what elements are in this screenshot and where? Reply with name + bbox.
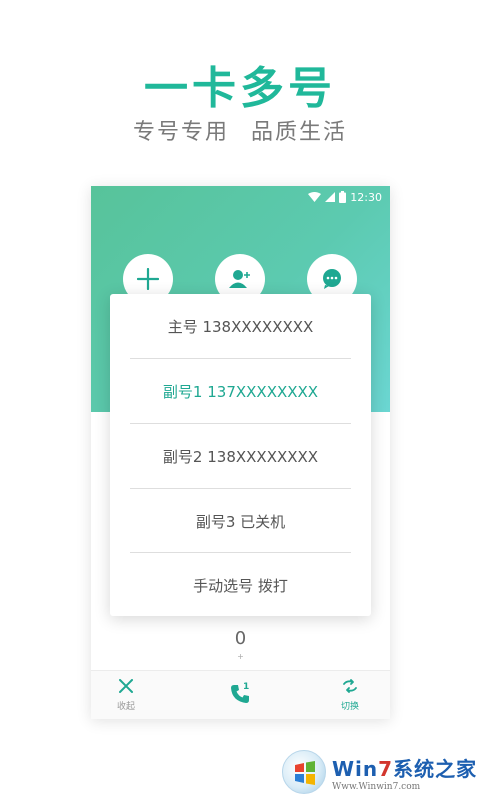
windows-logo-icon — [282, 750, 326, 794]
watermark-logo: Win7系统之家 Www.Winwin7.com — [282, 748, 478, 796]
collapse-label: 收起 — [117, 702, 136, 712]
plus-icon — [137, 268, 159, 290]
add-contact-icon — [228, 268, 252, 290]
battery-icon — [339, 191, 347, 203]
sim-item-main[interactable]: 主号 138XXXXXXXX — [110, 294, 371, 358]
call-button[interactable]: 1 — [229, 682, 251, 709]
signal-icon — [325, 192, 336, 202]
watermark-text: Win7系统之家 Www.Winwin7.com — [332, 753, 477, 792]
close-icon — [119, 678, 133, 697]
switch-label: 切换 — [341, 702, 360, 712]
promo-subtitle: 专号专用 品质生活 — [0, 114, 480, 146]
wifi-icon — [308, 192, 322, 202]
sim-item-sub2[interactable]: 副号2 138XXXXXXXX — [110, 424, 371, 488]
promo-subtitle-left: 专号专用 — [132, 120, 229, 145]
collapse-button[interactable]: 收起 — [117, 678, 135, 712]
message-icon — [321, 268, 343, 290]
dialer-bottom-bar: 收起 1 切换 — [91, 670, 390, 719]
sim-item-manual[interactable]: 手动选号 拨打 — [110, 553, 371, 617]
dialed-number: 0 — [234, 628, 247, 649]
watermark-title-b: 7 — [378, 756, 394, 781]
status-bar: 12:30 — [308, 189, 382, 205]
watermark-title-c: 系统之家 — [393, 756, 478, 781]
dialed-sub: + — [237, 652, 244, 661]
switch-icon — [342, 678, 358, 697]
promo-headline: 一卡多号 — [144, 63, 336, 114]
sim-item-sub3[interactable]: 副号3 已关机 — [110, 489, 371, 553]
switch-button[interactable]: 切换 — [341, 678, 359, 712]
status-time: 12:30 — [350, 190, 382, 204]
promo-subtitle-right: 品质生活 — [251, 120, 348, 145]
watermark-title-a: Win — [332, 756, 379, 781]
call-sim-badge: 1 — [243, 682, 250, 692]
watermark-title: Win7系统之家 — [332, 753, 477, 782]
sim-select-menu: 主号 138XXXXXXXX 副号1 137XXXXXXXX 副号2 138XX… — [110, 294, 371, 616]
watermark-url: Www.Winwin7.com — [332, 781, 421, 792]
sim-item-sub1[interactable]: 副号1 137XXXXXXXX — [110, 359, 371, 423]
